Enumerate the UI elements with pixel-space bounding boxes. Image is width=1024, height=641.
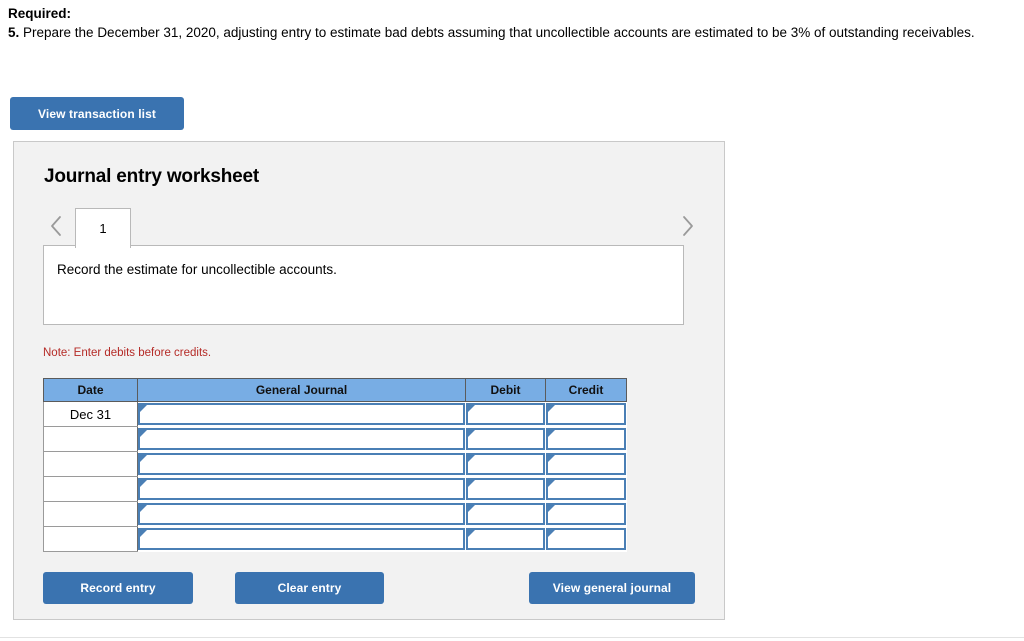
credit-input[interactable] — [545, 478, 626, 500]
question-body: Prepare the December 31, 2020, adjusting… — [19, 25, 975, 40]
cell-general-journal[interactable] — [138, 452, 466, 477]
general-journal-input[interactable] — [138, 403, 465, 426]
cell-date[interactable] — [43, 451, 138, 477]
worksheet-description-text: Record the estimate for uncollectible ac… — [57, 262, 337, 277]
column-header-general-journal: General Journal — [137, 378, 466, 402]
cell-date[interactable] — [43, 476, 138, 502]
required-block: Required: 5. Prepare the December 31, 20… — [8, 4, 1018, 42]
journal-entry-table: Date General Journal Debit Credit Dec 31 — [43, 378, 627, 552]
cell-debit[interactable] — [465, 402, 546, 427]
general-journal-input[interactable] — [138, 478, 465, 500]
worksheet-tab-1[interactable]: 1 — [75, 208, 131, 248]
debit-input[interactable] — [465, 403, 545, 426]
table-row — [43, 476, 627, 502]
credit-input[interactable] — [545, 403, 626, 426]
table-row — [43, 451, 627, 477]
column-header-debit: Debit — [465, 378, 546, 402]
journal-entry-worksheet-panel: Journal entry worksheet 1 Record the est… — [13, 141, 725, 620]
debit-input[interactable] — [465, 503, 545, 525]
general-journal-input[interactable] — [138, 428, 465, 450]
chevron-right-icon[interactable] — [674, 206, 702, 246]
credit-input[interactable] — [545, 453, 626, 475]
worksheet-tab-strip: 1 — [42, 206, 702, 248]
cell-credit[interactable] — [545, 402, 627, 427]
cell-debit[interactable] — [465, 452, 546, 477]
cell-date[interactable]: Dec 31 — [43, 401, 138, 427]
cell-date[interactable] — [43, 426, 138, 452]
cell-credit[interactable] — [545, 477, 627, 502]
credit-input[interactable] — [545, 528, 626, 550]
cell-debit[interactable] — [465, 527, 546, 552]
general-journal-input[interactable] — [138, 453, 465, 475]
table-header-row: Date General Journal Debit Credit — [43, 378, 627, 402]
column-header-credit: Credit — [545, 378, 627, 402]
table-row — [43, 526, 627, 552]
question-text: 5. Prepare the December 31, 2020, adjust… — [8, 23, 1018, 42]
cell-credit[interactable] — [545, 527, 627, 552]
debits-before-credits-note: Note: Enter debits before credits. — [43, 347, 212, 359]
debit-input[interactable] — [465, 528, 545, 550]
cell-date[interactable] — [43, 501, 138, 527]
table-row: Dec 31 — [43, 401, 627, 427]
question-number: 5. — [8, 25, 20, 40]
table-row — [43, 501, 627, 527]
chevron-left-icon[interactable] — [42, 206, 70, 246]
worksheet-title: Journal entry worksheet — [44, 166, 260, 187]
cell-debit[interactable] — [465, 477, 546, 502]
cell-general-journal[interactable] — [138, 402, 466, 427]
debit-input[interactable] — [465, 428, 545, 450]
debit-input[interactable] — [465, 453, 545, 475]
cell-general-journal[interactable] — [138, 527, 466, 552]
cell-credit[interactable] — [545, 452, 627, 477]
cell-general-journal[interactable] — [138, 427, 466, 452]
cell-debit[interactable] — [465, 502, 546, 527]
table-row — [43, 426, 627, 452]
worksheet-description-box: Record the estimate for uncollectible ac… — [43, 245, 684, 325]
worksheet-tab-1-label: 1 — [99, 221, 107, 236]
cell-debit[interactable] — [465, 427, 546, 452]
cell-credit[interactable] — [545, 502, 627, 527]
view-transaction-list-button[interactable]: View transaction list — [10, 97, 184, 130]
debit-input[interactable] — [465, 478, 545, 500]
view-general-journal-button[interactable]: View general journal — [529, 572, 695, 604]
column-header-date: Date — [43, 378, 138, 402]
cell-credit[interactable] — [545, 427, 627, 452]
cell-date[interactable] — [43, 526, 138, 552]
general-journal-input[interactable] — [138, 528, 465, 550]
credit-input[interactable] — [545, 503, 626, 525]
credit-input[interactable] — [545, 428, 626, 450]
cell-general-journal[interactable] — [138, 477, 466, 502]
record-entry-button[interactable]: Record entry — [43, 572, 193, 604]
required-label: Required: — [8, 6, 72, 21]
clear-entry-button[interactable]: Clear entry — [235, 572, 384, 604]
general-journal-input[interactable] — [138, 503, 465, 525]
page-divider — [0, 637, 1024, 638]
cell-general-journal[interactable] — [138, 502, 466, 527]
